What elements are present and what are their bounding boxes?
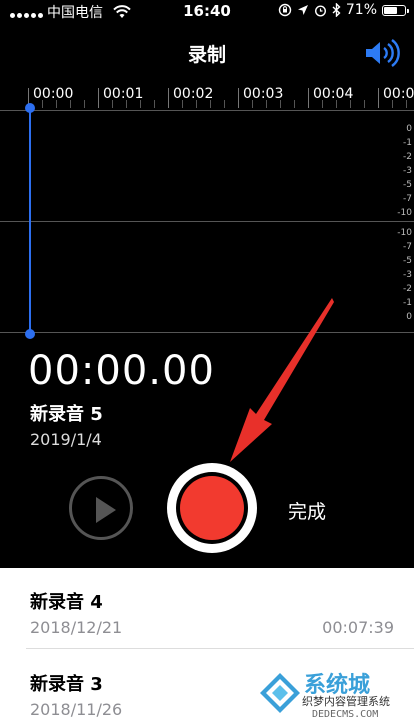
status-right: 71% [278,2,409,18]
annotation-arrow-icon [230,298,334,462]
timeline-minor-tick [224,100,225,108]
done-button[interactable]: 完成 [288,497,326,524]
battery-level [384,6,398,14]
db-scale-label: -7 [403,242,412,252]
recording-date: 2019/1/4 [30,430,102,449]
recording-timer: 00:00.00 [28,348,215,394]
db-scale-label: -2 [403,152,412,162]
timeline-minor-tick [280,100,281,108]
timeline-minor-tick [140,100,141,108]
play-icon [96,497,116,523]
record-icon [180,476,244,540]
db-scale-label: -1 [403,138,412,148]
location-icon [297,5,308,15]
timeline-minor-tick [252,100,253,108]
timeline-tick-label: 00:01 [103,86,144,102]
recording-title: 新录音 4 [30,592,103,613]
timeline-minor-tick [84,100,85,108]
bluetooth-icon [332,3,341,17]
timeline-tick [238,88,239,108]
db-scale-label: 0 [406,312,412,322]
timeline-tick-label: 00:02 [173,86,214,102]
timeline-minor-tick [56,100,57,108]
db-scale-label: -3 [403,270,412,280]
timeline-tick-label: 00:00 [33,86,74,102]
orientation-lock-icon [278,3,292,17]
watermark-subtitle: 织梦内容管理系统 [302,695,390,708]
db-scale-label: -2 [403,284,412,294]
timeline-minor-tick [154,100,155,108]
recording-date: 2018/12/21 [30,618,123,637]
watermark-logo-icon [260,673,300,713]
page-title: 录制 [187,44,226,66]
db-scale-label: -10 [397,228,412,238]
recording-title: 新录音 3 [30,674,103,695]
timeline-tick-label: 00:04 [313,86,354,102]
watermark-url: DEDECMS.COM [312,709,379,720]
waveform-top-line [0,110,414,111]
recording-name[interactable]: 新录音 5 [30,400,103,426]
timeline-minor-tick [364,100,365,108]
timeline-tick [168,88,169,108]
timeline-tick [308,88,309,108]
battery-percent: 71% [345,2,377,18]
list-item[interactable]: 新录音 4 2018/12/21 00:07:39 [0,568,414,649]
play-button[interactable] [69,476,133,540]
playhead[interactable] [29,106,31,334]
status-bar: 中国电信 16:40 71% [0,0,414,22]
timeline-minor-tick [406,100,407,108]
db-scale-label: 0 [406,124,412,134]
timeline-tick-label: 00:03 [243,86,284,102]
timeline-tick [378,88,379,108]
db-scale-label: -1 [403,298,412,308]
db-scale-label: -5 [403,180,412,190]
timeline-minor-tick [210,100,211,108]
watermark: 系统城 织梦内容管理系统 DEDECMS.COM [254,665,414,725]
record-button-ring [176,472,248,544]
timeline-tick-label: 00:0 [383,86,414,102]
waveform-view[interactable]: 0 -1 -2 -3 -5 -7 -10 -10 -7 -5 -3 -2 -1 0 [0,103,414,339]
speaker-icon[interactable] [362,38,402,68]
timeline-minor-tick [42,100,43,108]
db-scale-label: -3 [403,166,412,176]
recordings-list: 新录音 4 2018/12/21 00:07:39 新录音 3 2018/11/… [0,568,414,725]
timeline-minor-tick [112,100,113,108]
timeline-minor-tick [294,100,295,108]
timeline-minor-tick [336,100,337,108]
timeline-minor-tick [392,100,393,108]
timeline-minor-tick [70,100,71,108]
timeline-minor-tick [266,100,267,108]
recording-duration: 00:07:39 [322,618,394,637]
timeline-tick [98,88,99,108]
divider [26,648,414,649]
recording-date: 2018/11/26 [30,700,123,719]
alarm-icon [314,4,326,17]
db-scale-label: -10 [397,208,412,218]
nav-bar: 录制 [0,22,414,82]
waveform-bottom-line [0,332,414,333]
battery-icon [382,4,409,16]
db-scale-label: -7 [403,194,412,204]
timeline-minor-tick [182,100,183,108]
db-scale-label: -5 [403,256,412,266]
timeline-ruler[interactable]: 00:00 00:01 00:02 00:03 00:04 00:0 [0,82,414,110]
timeline-minor-tick [196,100,197,108]
playhead-bottom-handle[interactable] [25,329,35,339]
timeline-minor-tick [322,100,323,108]
playhead-top-handle[interactable] [25,103,35,113]
timeline-minor-tick [126,100,127,108]
timeline-minor-tick [350,100,351,108]
record-button[interactable] [167,463,257,553]
waveform-center-line [0,221,414,222]
